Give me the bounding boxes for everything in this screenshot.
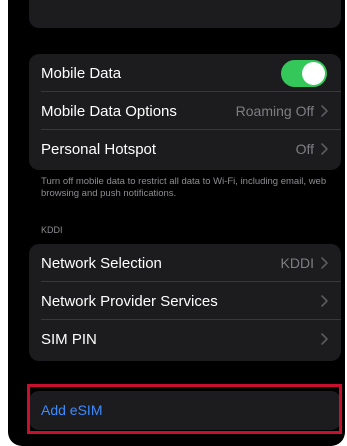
- mobile-data-footnote: Turn off mobile data to restrict all dat…: [41, 176, 327, 199]
- personal-hotspot-label: Personal Hotspot: [41, 140, 157, 158]
- network-selection-row[interactable]: Network Selection KDDI: [29, 244, 341, 282]
- mobile-data-label: Mobile Data: [41, 64, 122, 82]
- add-esim-label: Add eSIM: [41, 402, 103, 418]
- carrier-section-header: KDDI: [41, 225, 63, 235]
- personal-hotspot-row[interactable]: Personal Hotspot Off: [29, 130, 341, 168]
- chevron-right-icon: [321, 143, 328, 155]
- chevron-right-icon: [321, 105, 328, 117]
- chevron-right-icon: [321, 295, 328, 307]
- network-selection-value: KDDI: [280, 255, 314, 271]
- add-esim-group: Add eSIM: [29, 391, 341, 430]
- carrier-group: Network Selection KDDI Network Provider …: [29, 244, 341, 361]
- network-provider-services-row[interactable]: Network Provider Services: [29, 282, 341, 320]
- add-esim-button[interactable]: Add eSIM: [29, 391, 341, 429]
- previous-settings-group: [29, 0, 341, 28]
- mobile-data-options-label: Mobile Data Options: [41, 102, 177, 120]
- network-provider-services-label: Network Provider Services: [41, 292, 218, 310]
- settings-screen: Mobile Data Mobile Data Options Roaming …: [8, 0, 345, 446]
- sim-pin-row[interactable]: SIM PIN: [29, 320, 341, 358]
- mobile-data-options-row[interactable]: Mobile Data Options Roaming Off: [29, 92, 341, 130]
- network-selection-label: Network Selection: [41, 254, 162, 272]
- personal-hotspot-value: Off: [295, 141, 314, 157]
- mobile-data-options-value: Roaming Off: [235, 103, 314, 119]
- sim-pin-label: SIM PIN: [41, 330, 97, 348]
- chevron-right-icon: [321, 257, 328, 269]
- mobile-data-toggle[interactable]: [281, 59, 327, 87]
- toggle-knob: [302, 61, 325, 85]
- mobile-data-group: Mobile Data Mobile Data Options Roaming …: [29, 54, 341, 170]
- mobile-data-row: Mobile Data: [29, 54, 341, 92]
- chevron-right-icon: [321, 333, 328, 345]
